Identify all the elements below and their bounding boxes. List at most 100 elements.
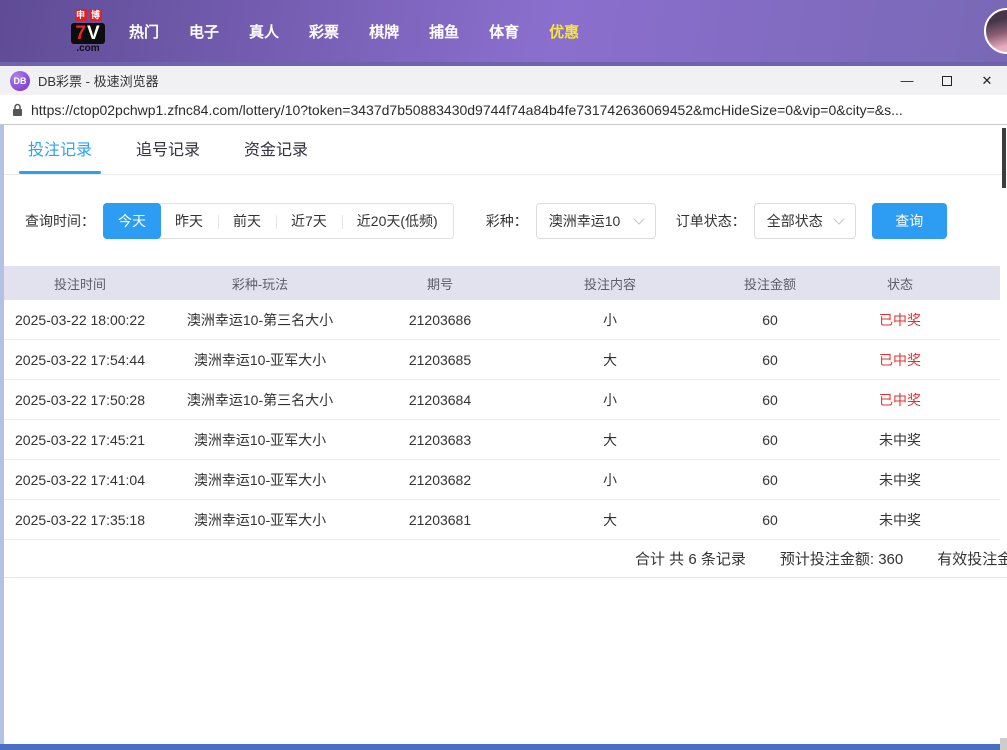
cell-bet-time: 2025-03-22 17:35:18 — [0, 512, 160, 528]
user-avatar[interactable] — [984, 8, 1007, 54]
table-row: 2025-03-22 17:54:44 澳洲幸运10-亚军大小 21203685… — [0, 340, 1000, 380]
cell-status: 已中奖 — [840, 390, 960, 410]
nav-item[interactable]: 棋牌 — [354, 21, 414, 42]
header-game-play: 彩种-玩法 — [160, 274, 360, 293]
site-nav: 热门电子真人彩票棋牌捕鱼体育优惠 — [114, 21, 594, 42]
window-title: DB彩票 - 极速浏览器 — [38, 71, 159, 90]
summary-valid: 有效投注金额 — [937, 548, 1007, 569]
chevron-down-icon — [633, 213, 644, 224]
table-row: 2025-03-22 18:00:22 澳洲幸运10-第三名大小 2120368… — [0, 300, 1000, 340]
time-filter-option[interactable]: 近7天 — [276, 204, 342, 238]
order-status-select[interactable]: 全部状态 — [754, 203, 856, 239]
vertical-scrollbar-thumb[interactable] — [1002, 128, 1006, 188]
cell-game-play: 澳洲幸运10-亚军大小 — [160, 350, 360, 370]
logo-suffix: .com — [76, 44, 99, 54]
app-icon: DB — [10, 71, 30, 91]
nav-item[interactable]: 真人 — [234, 21, 294, 42]
cell-bet-time: 2025-03-22 17:45:21 — [0, 432, 160, 448]
summary-row: 合计 共 6 条记录 预计投注金额: 360 有效投注金额 — [0, 540, 1007, 578]
page-content: 投注记录 追号记录 资金记录 查询时间： 今天昨天前天近7天近20天(低频) 彩种：… — [0, 125, 1007, 750]
tab[interactable]: 投注记录 — [28, 141, 92, 174]
header-bet-amount: 投注金额 — [700, 274, 840, 293]
cell-bet-time: 2025-03-22 17:50:28 — [0, 392, 160, 408]
tab[interactable]: 资金记录 — [244, 141, 308, 174]
cell-bet-time: 2025-03-22 17:54:44 — [0, 352, 160, 368]
time-filter-option[interactable]: 昨天 — [160, 204, 218, 238]
table-row: 2025-03-22 17:50:28 澳洲幸运10-第三名大小 2120368… — [0, 380, 1000, 420]
cell-bet-amount: 60 — [700, 432, 840, 448]
cell-period: 21203683 — [360, 432, 520, 448]
cell-status: 已中奖 — [840, 350, 960, 370]
header-bet-time: 投注时间 — [0, 274, 160, 293]
nav-item[interactable]: 体育 — [474, 21, 534, 42]
lottery-filter-label: 彩种： — [486, 211, 528, 231]
bottom-blue-bar — [0, 744, 1000, 750]
maximize-button[interactable] — [927, 66, 967, 95]
logo-chips: 申 博 — [75, 9, 102, 21]
scrollbar-corner — [1000, 738, 1007, 750]
chevron-down-icon — [833, 213, 844, 224]
header-period: 期号 — [360, 274, 520, 293]
logo-chip-2: 博 — [90, 9, 102, 21]
cell-game-play: 澳洲幸运10-亚军大小 — [160, 510, 360, 530]
nav-item[interactable]: 捕鱼 — [414, 21, 474, 42]
cell-status: 未中奖 — [840, 470, 960, 490]
maximize-icon — [942, 76, 952, 86]
summary-total: 合计 共 6 条记录 — [635, 548, 746, 569]
lottery-select-value: 澳洲幸运10 — [549, 211, 621, 231]
cell-status: 未中奖 — [840, 510, 960, 530]
site-topbar: 申 博 7V .com 热门电子真人彩票棋牌捕鱼体育优惠 — [0, 0, 1007, 62]
address-bar[interactable]: https://ctop02pchwp1.zfnc84.com/lottery/… — [0, 95, 1007, 125]
nav-item[interactable]: 热门 — [114, 21, 174, 42]
time-filter-option[interactable]: 前天 — [218, 204, 276, 238]
cell-period: 21203681 — [360, 512, 520, 528]
lottery-select[interactable]: 澳洲幸运10 — [536, 203, 656, 239]
header-bet-content: 投注内容 — [520, 274, 700, 293]
time-filter-group: 今天昨天前天近7天近20天(低频) — [103, 203, 454, 239]
cell-bet-content: 大 — [520, 430, 700, 450]
screen: 申 博 7V .com 热门电子真人彩票棋牌捕鱼体育优惠 DB DB彩票 - 极… — [0, 0, 1007, 750]
nav-item[interactable]: 电子 — [174, 21, 234, 42]
time-filter-label: 查询时间： — [25, 211, 95, 231]
cell-status: 已中奖 — [840, 310, 960, 330]
filter-bar: 查询时间： 今天昨天前天近7天近20天(低频) 彩种： 澳洲幸运10 订单状态：… — [25, 203, 1007, 239]
bets-table: 投注时间 彩种-玩法 期号 投注内容 投注金额 状态 2025-03-22 18… — [0, 266, 1000, 540]
lock-icon — [12, 103, 23, 117]
cell-bet-amount: 60 — [700, 312, 840, 328]
close-button[interactable]: ✕ — [967, 66, 1007, 95]
order-status-value: 全部状态 — [767, 211, 823, 231]
page-left-strip — [0, 125, 4, 750]
minimize-button[interactable]: — — [887, 66, 927, 95]
time-filter-option[interactable]: 近20天(低频) — [342, 204, 453, 238]
cell-period: 21203682 — [360, 472, 520, 488]
cell-bet-content: 小 — [520, 390, 700, 410]
table-row: 2025-03-22 17:45:21 澳洲幸运10-亚军大小 21203683… — [0, 420, 1000, 460]
record-tabs: 投注记录 追号记录 资金记录 — [0, 125, 1007, 175]
cell-bet-time: 2025-03-22 17:41:04 — [0, 472, 160, 488]
site-logo[interactable]: 申 博 7V .com — [62, 9, 114, 54]
cell-bet-time: 2025-03-22 18:00:22 — [0, 312, 160, 328]
cell-bet-content: 大 — [520, 510, 700, 530]
logo-chip-1: 申 — [75, 9, 87, 21]
query-button[interactable]: 查询 — [872, 203, 947, 239]
window-controls: — ✕ — [887, 66, 1007, 95]
cell-bet-amount: 60 — [700, 512, 840, 528]
table-row: 2025-03-22 17:35:18 澳洲幸运10-亚军大小 21203681… — [0, 500, 1000, 540]
logo-main: 7V — [71, 23, 104, 44]
cell-bet-content: 大 — [520, 350, 700, 370]
window-titlebar[interactable]: DB DB彩票 - 极速浏览器 — ✕ — [0, 66, 1007, 95]
time-filter-option[interactable]: 今天 — [103, 203, 161, 239]
tab[interactable]: 追号记录 — [136, 141, 200, 174]
url-text: https://ctop02pchwp1.zfnc84.com/lottery/… — [31, 102, 903, 118]
cell-game-play: 澳洲幸运10-第三名大小 — [160, 310, 360, 330]
nav-item[interactable]: 优惠 — [534, 21, 594, 42]
summary-expected: 预计投注金额: 360 — [780, 548, 903, 569]
cell-game-play: 澳洲幸运10-亚军大小 — [160, 430, 360, 450]
header-status: 状态 — [840, 274, 960, 293]
cell-bet-content: 小 — [520, 470, 700, 490]
cell-bet-amount: 60 — [700, 472, 840, 488]
nav-item[interactable]: 彩票 — [294, 21, 354, 42]
close-icon: ✕ — [982, 73, 993, 89]
logo-main-red: 7 — [75, 23, 87, 44]
cell-bet-amount: 60 — [700, 392, 840, 408]
